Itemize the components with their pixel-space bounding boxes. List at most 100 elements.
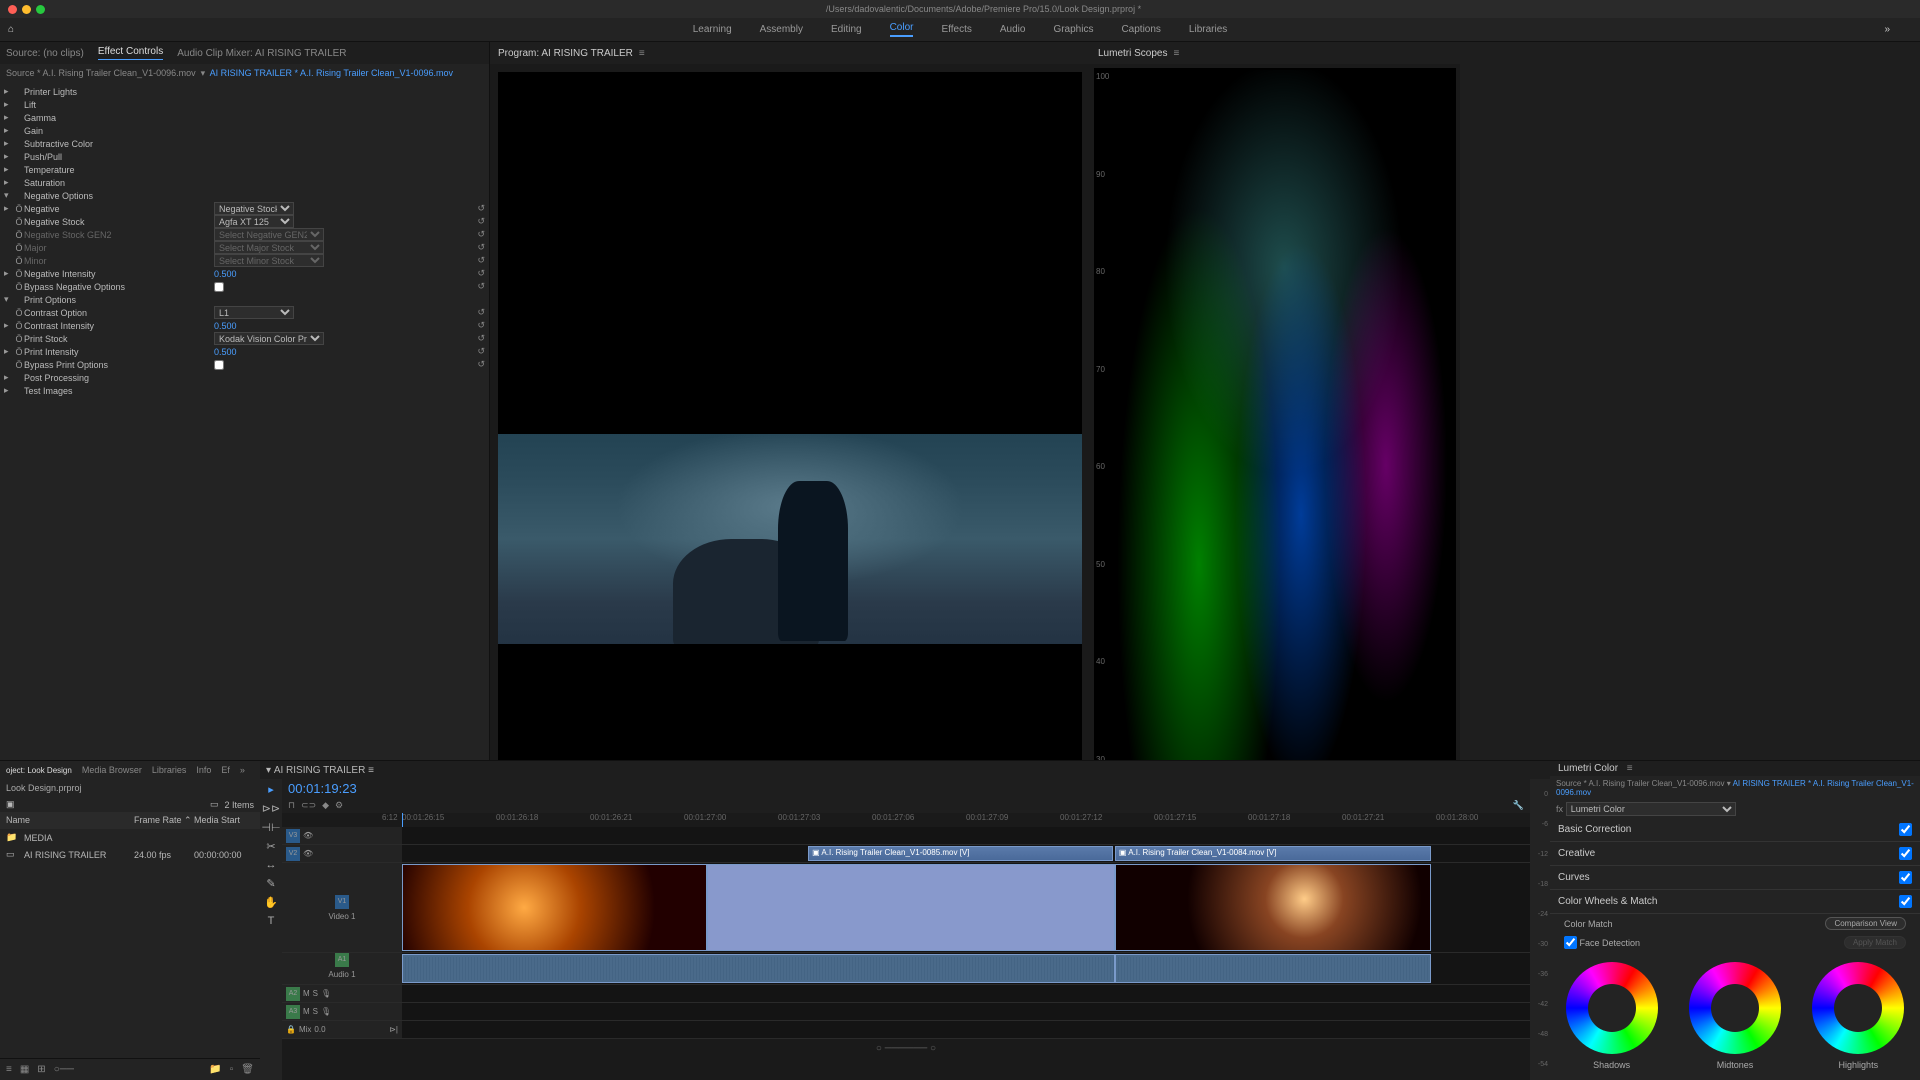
highlights-wheel[interactable]	[1812, 962, 1904, 1054]
effect-select[interactable]: Select Major Stock	[214, 241, 324, 254]
effect-row[interactable]: ▸Saturation	[0, 176, 489, 189]
window-controls[interactable]	[8, 5, 45, 14]
tab-source[interactable]: Source: (no clips)	[6, 48, 84, 59]
lumetri-preset-select[interactable]: Lumetri Color	[1566, 802, 1736, 816]
reset-icon[interactable]: ↺	[477, 359, 485, 370]
clip-v1-3[interactable]	[1115, 864, 1431, 951]
panel-menu-icon[interactable]: ≡	[1173, 48, 1179, 59]
effect-row[interactable]: ÖBypass Negative Options↺	[0, 280, 489, 293]
col-name[interactable]: Name	[6, 815, 134, 826]
link-icon[interactable]: ⊂⊃	[301, 800, 316, 811]
effect-row[interactable]: ▾Negative Options	[0, 189, 489, 202]
curves-checkbox[interactable]	[1899, 871, 1912, 884]
ws-learning[interactable]: Learning	[693, 24, 732, 35]
effect-select[interactable]: Negative Stock	[214, 202, 294, 215]
tab-effects[interactable]: Ef	[221, 765, 230, 775]
effect-row[interactable]: ▸ÖContrast Intensity0.500↺	[0, 319, 489, 332]
ws-libraries[interactable]: Libraries	[1189, 24, 1227, 35]
v2-toggle[interactable]: V2	[286, 847, 300, 861]
ripple-tool-icon[interactable]: ⊣⊢	[261, 821, 280, 834]
zoom-slider[interactable]: ○──	[54, 1064, 74, 1075]
project-row-folder[interactable]: 📁 MEDIA	[0, 829, 260, 846]
effect-row[interactable]: ▸Test Images	[0, 384, 489, 397]
reset-icon[interactable]: ↺	[477, 268, 485, 279]
midtones-wheel[interactable]	[1689, 962, 1781, 1054]
mix-value[interactable]: 0.0	[314, 1025, 325, 1034]
tab-media-browser[interactable]: Media Browser	[82, 765, 142, 775]
tab-overflow[interactable]: »	[240, 765, 245, 775]
effect-select[interactable]: Select Minor Stock	[214, 254, 324, 267]
effect-row[interactable]: ▸Post Processing	[0, 371, 489, 384]
snap-icon[interactable]: ⊓	[288, 800, 295, 811]
panel-menu-icon[interactable]: ≡	[639, 48, 645, 59]
col-mediastart[interactable]: Media Start	[194, 815, 254, 826]
effect-checkbox[interactable]	[214, 282, 224, 292]
creative-checkbox[interactable]	[1899, 847, 1912, 860]
ws-captions[interactable]: Captions	[1121, 24, 1160, 35]
icon-view-icon[interactable]: ▦	[20, 1064, 29, 1075]
reset-icon[interactable]: ↺	[477, 255, 485, 266]
effect-row[interactable]: ▸ÖNegativeNegative Stock↺	[0, 202, 489, 215]
tab-effect-controls[interactable]: Effect Controls	[98, 46, 163, 60]
section-basic[interactable]: Basic Correction	[1550, 818, 1920, 842]
timeline-ruler[interactable]: 6:1200:01:26:1500:01:26:1800:01:26:2100:…	[282, 813, 1530, 827]
slip-tool-icon[interactable]: ↔	[266, 859, 277, 871]
reset-icon[interactable]: ↺	[477, 320, 485, 331]
razor-tool-icon[interactable]: ✂	[266, 840, 275, 853]
basic-checkbox[interactable]	[1899, 823, 1912, 836]
maximize-icon[interactable]	[36, 5, 45, 14]
effect-row[interactable]: ÖMajorSelect Major Stock↺	[0, 241, 489, 254]
clip-v2-2[interactable]: ▣ A.I. Rising Trailer Clean_V1-0084.mov …	[1115, 846, 1431, 861]
minimize-icon[interactable]	[22, 5, 31, 14]
clip-v1-1[interactable]	[402, 864, 707, 951]
trash-icon[interactable]: 🗑	[241, 1064, 254, 1075]
tab-project[interactable]: oject: Look Design	[6, 766, 72, 775]
effect-select[interactable]: L1	[214, 306, 294, 319]
effect-value[interactable]: 0.500	[214, 269, 237, 279]
effect-select[interactable]: Select Negative GEN2 Stock	[214, 228, 324, 241]
tl-dropdown-icon[interactable]: ▾	[266, 765, 271, 776]
reset-icon[interactable]: ↺	[477, 229, 485, 240]
effect-row[interactable]: ▾Print Options	[0, 293, 489, 306]
effect-row[interactable]: ÖNegative StockAgfa XT 125↺	[0, 215, 489, 228]
effect-value[interactable]: 0.500	[214, 321, 237, 331]
reset-icon[interactable]: ↺	[477, 203, 485, 214]
clip-a1-1[interactable]	[402, 954, 1115, 983]
project-row-sequence[interactable]: ▭ AI RISING TRAILER 24.00 fps 00:00:00:0…	[0, 846, 260, 863]
effect-row[interactable]: ▸Gamma	[0, 111, 489, 124]
type-tool-icon[interactable]: T	[268, 915, 275, 927]
v1-toggle[interactable]: V1	[335, 895, 349, 909]
freeform-icon[interactable]: ⊞	[37, 1064, 45, 1075]
timeline-playhead[interactable]	[402, 813, 403, 827]
ws-audio[interactable]: Audio	[1000, 24, 1026, 35]
effect-select[interactable]: Kodak Vision Color Print 2383	[214, 332, 324, 345]
clip-a1-2[interactable]	[1115, 954, 1431, 983]
reset-icon[interactable]: ↺	[477, 346, 485, 357]
pen-tool-icon[interactable]: ✎	[266, 877, 275, 890]
reset-icon[interactable]: ↺	[477, 216, 485, 227]
ws-effects[interactable]: Effects	[941, 24, 971, 35]
bin-icon[interactable]: ▣	[6, 799, 15, 810]
apply-match-button[interactable]: Apply Match	[1844, 936, 1906, 949]
col-framerate[interactable]: Frame Rate ⌃	[134, 815, 194, 826]
effect-row[interactable]: ▸Printer Lights	[0, 85, 489, 98]
wrench-icon[interactable]: 🔧	[1513, 800, 1524, 811]
reset-icon[interactable]: ↺	[477, 242, 485, 253]
a2-toggle[interactable]: A2	[286, 987, 300, 1001]
a1-toggle[interactable]: A1	[335, 953, 349, 967]
home-icon[interactable]: ⌂	[8, 24, 14, 35]
new-item-icon[interactable]: ▫	[230, 1064, 234, 1075]
ws-graphics[interactable]: Graphics	[1053, 24, 1093, 35]
effect-row[interactable]: ▸Push/Pull	[0, 150, 489, 163]
filter-icon[interactable]: ▭	[210, 799, 219, 810]
ws-color[interactable]: Color	[890, 22, 914, 37]
close-icon[interactable]	[8, 5, 17, 14]
clip-v2-1[interactable]: ▣ A.I. Rising Trailer Clean_V1-0085.mov …	[808, 846, 1113, 861]
effect-row[interactable]: ▸Lift	[0, 98, 489, 111]
ws-editing[interactable]: Editing	[831, 24, 862, 35]
effect-row[interactable]: ÖPrint StockKodak Vision Color Print 238…	[0, 332, 489, 345]
reset-icon[interactable]: ↺	[477, 333, 485, 344]
track-select-icon[interactable]: ⊳⊳	[262, 802, 280, 815]
effect-row[interactable]: ▸Subtractive Color	[0, 137, 489, 150]
list-view-icon[interactable]: ≡	[6, 1064, 12, 1075]
